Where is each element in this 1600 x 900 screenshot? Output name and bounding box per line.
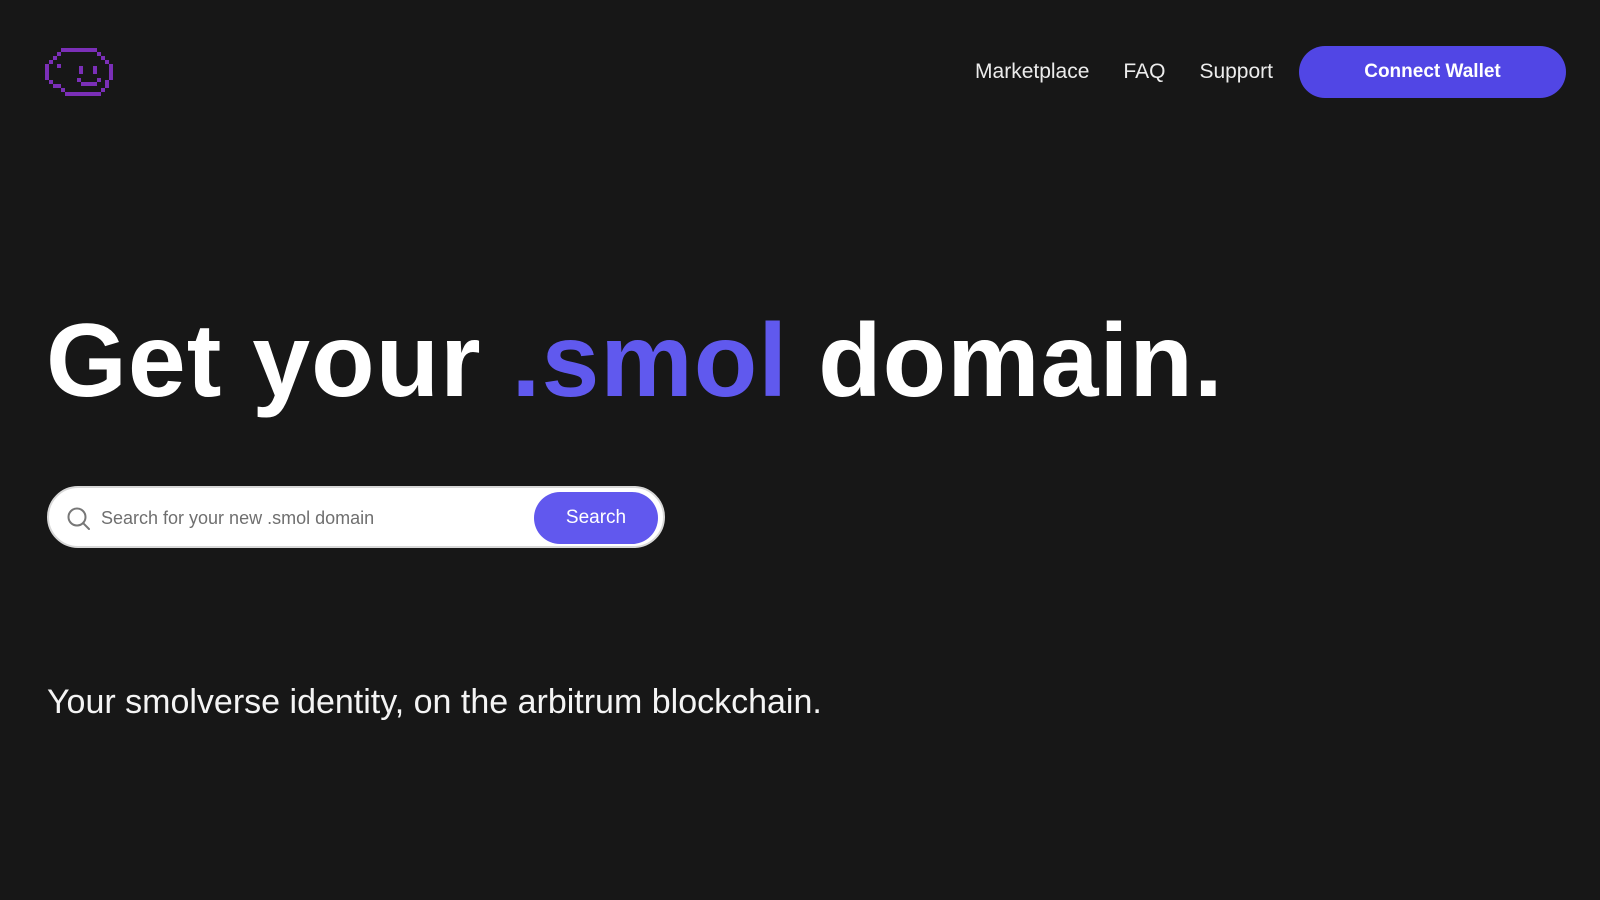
hero-title-after: domain. <box>818 303 1224 419</box>
page: Marketplace FAQ Support Connect Wallet G… <box>0 0 1600 900</box>
nav-faq-link[interactable]: FAQ <box>1123 60 1165 84</box>
main-nav: Marketplace FAQ Support Connect Wallet <box>975 46 1566 98</box>
nav-marketplace-link[interactable]: Marketplace <box>975 60 1089 84</box>
domain-search-input[interactable] <box>99 496 511 540</box>
hero-title: Get your .smol domain. <box>46 302 1224 420</box>
smol-logo-icon[interactable] <box>45 48 113 100</box>
tagline: Your smolverse identity, on the arbitrum… <box>47 683 822 721</box>
nav-support-link[interactable]: Support <box>1199 60 1273 84</box>
search-button[interactable]: Search <box>534 492 658 544</box>
hero-title-before: Get your <box>46 303 482 419</box>
site-header: Marketplace FAQ Support Connect Wallet <box>0 0 1600 145</box>
search-icon <box>65 505 93 533</box>
hero-title-accent: .smol <box>511 303 789 419</box>
domain-search-bar: Search <box>47 486 665 548</box>
connect-wallet-button[interactable]: Connect Wallet <box>1299 46 1566 98</box>
